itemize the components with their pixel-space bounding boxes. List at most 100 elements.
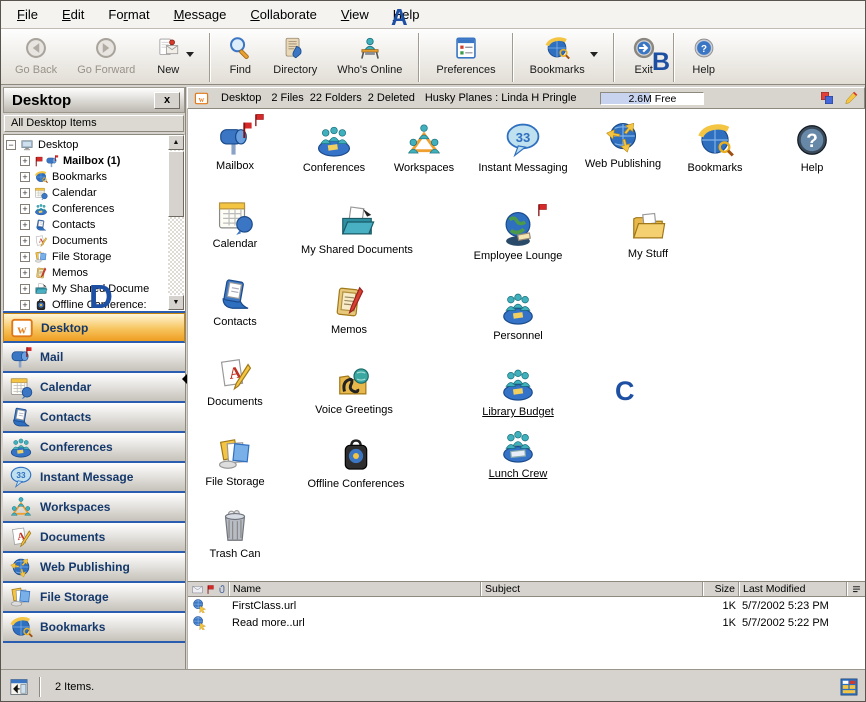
scroll-up-icon[interactable]: ▲ [168,135,184,150]
help-toolbar-icon: ? [691,35,717,61]
desktop-icon-area: MailboxConferencesWorkspaces33Instant Me… [187,109,865,581]
go-back-icon [23,35,49,61]
desktop-item-label: My Stuff [578,248,718,260]
expand-box-icon[interactable]: + [20,156,30,166]
who-s-online-button[interactable]: Who's Online [327,31,412,84]
tree-item-my-shared-docume[interactable]: +My Shared Docume [4,281,167,297]
all-desktop-items-selector[interactable]: All Desktop Items [4,115,184,132]
dropdown-arrow-icon[interactable] [186,52,194,57]
desktop-item-voice-greetings[interactable]: Voice Greetings [284,361,424,416]
envelope-column-icon[interactable] [191,584,204,595]
sidebar-item-label: Mail [40,350,63,364]
desktop-item-my-stuff[interactable]: My Stuff [578,205,718,260]
directory-button[interactable]: Directory [263,31,327,84]
header-icon-columns[interactable] [188,582,229,596]
expand-box-icon[interactable]: + [20,252,30,262]
find-button[interactable]: Find [217,31,263,84]
info-deleted: 2 Deleted [368,92,415,104]
sidebar-item-label: Desktop [41,321,88,335]
edit-pencil-icon[interactable] [844,91,858,105]
expand-box-icon[interactable]: + [20,236,30,246]
desktop-item-lunch-crew[interactable]: Lunch Crew [448,425,588,480]
tree-item-calendar[interactable]: +Calendar [4,185,167,201]
tree-item-desktop[interactable]: −Desktop [4,137,167,153]
documents-icon: A [216,355,254,393]
desktop-item-personnel[interactable]: Personnel [448,287,588,342]
close-panel-button[interactable]: x [154,92,180,109]
sidebar-item-mail[interactable]: Mail [3,343,185,373]
file-list: Name Subject Size Last Modified FirstCla… [187,581,865,669]
desktop-item-my-shared-documents[interactable]: My Shared Documents [287,201,427,256]
scrollbar-thumb[interactable] [168,151,184,217]
expand-box-icon[interactable]: + [20,204,30,214]
layers-icon[interactable] [820,91,834,105]
tree-item-contacts[interactable]: +Contacts [4,217,167,233]
sidebar-item-label: File Storage [40,590,109,604]
sidebar-item-bookmarks[interactable]: Bookmarks [3,613,185,643]
sidebar-item-contacts[interactable]: Contacts [3,403,185,433]
whos-online-icon [357,35,383,61]
expand-box-icon[interactable]: + [20,284,30,294]
tree-item-documents[interactable]: +ADocuments [4,233,167,249]
sidebar-item-conferences[interactable]: Conferences [3,433,185,463]
menu-collaborate[interactable]: Collaborate [238,3,329,26]
tree-item-offline-conference[interactable]: +Offline Conference: [4,297,167,311]
sidebar-item-workspaces[interactable]: Workspaces [3,493,185,523]
desktop-item-label: Library Budget [448,406,588,418]
list-menu-button[interactable] [847,582,865,596]
column-header-modified[interactable]: Last Modified [739,582,847,596]
tree-item-mailbox-1[interactable]: +Mailbox (1) [4,153,167,169]
tree-item-memos[interactable]: +Memos [4,265,167,281]
sidebar-item-web-publishing[interactable]: Web Publishing [3,553,185,583]
scroll-down-icon[interactable]: ▼ [168,295,184,310]
expand-box-icon[interactable]: + [20,172,30,182]
menu-message[interactable]: Message [162,3,239,26]
sidebar-item-desktop[interactable]: wDesktop [3,313,185,343]
column-header-size[interactable]: Size [703,582,739,596]
dropdown-arrow-icon[interactable] [590,52,598,57]
menu-file[interactable]: File [5,3,50,26]
new-button[interactable]: New [145,31,191,84]
sidebar-item-file-storage[interactable]: File Storage [3,583,185,613]
expand-box-icon[interactable]: + [20,188,30,198]
tree-scrollbar[interactable]: ▲ ▼ [168,135,184,310]
memos-icon [34,266,48,280]
help-button[interactable]: ?Help [681,31,727,84]
menu-view[interactable]: View [329,3,381,26]
sidebar-item-instant-message[interactable]: 33Instant Message [3,463,185,493]
menu-format[interactable]: Format [96,3,161,26]
desktop-item-help[interactable]: ?Help [742,119,865,174]
flag-column-icon[interactable] [206,584,216,595]
desktop-item-library-budget[interactable]: Library Budget [448,363,588,418]
expand-box-icon[interactable]: + [20,300,30,310]
tree-item-conferences[interactable]: +Conferences [4,201,167,217]
preferences-button[interactable]: Preferences [426,31,505,84]
desktop-item-icon-wrap: ? [742,119,865,159]
tree-item-file-storage[interactable]: +File Storage [4,249,167,265]
file-row-firstclass-url[interactable]: FirstClass.url1K5/7/2002 5:23 PM [188,597,865,614]
panel-toggle-icon[interactable] [9,677,29,697]
bookmarks-button[interactable]: Bookmarks [520,31,595,84]
tree-item-bookmarks[interactable]: +Bookmarks [4,169,167,185]
flag-small-icon [536,203,550,217]
column-header-name[interactable]: Name [229,582,481,596]
menu-edit[interactable]: Edit [50,3,96,26]
desktop-item-employee-lounge[interactable]: Employee Lounge [448,207,588,262]
expand-box-icon[interactable]: + [20,268,30,278]
expand-box-icon[interactable]: + [20,220,30,230]
collapse-box-icon[interactable]: − [6,140,16,150]
file-storage-icon [9,585,33,609]
sidebar-item-calendar[interactable]: Calendar [3,373,185,403]
file-row-read-more-url[interactable]: Read more..url1K5/7/2002 5:22 PM [188,614,865,631]
desktop-item-icon-wrap [287,201,427,241]
calendar-icon [216,197,254,235]
desktop-item-offline-conferences[interactable]: Offline Conferences [286,435,426,490]
paperclip-column-icon[interactable] [218,583,227,595]
desktop-item-trash-can[interactable]: Trash Can [187,505,305,560]
view-grid-icon[interactable] [839,677,859,697]
voice-greetings-icon [335,363,373,401]
sidebar-item-documents[interactable]: ADocuments [3,523,185,553]
column-header-subject[interactable]: Subject [481,582,703,596]
desktop-item-label: Trash Can [187,548,305,560]
desktop-item-memos[interactable]: Memos [279,281,419,336]
